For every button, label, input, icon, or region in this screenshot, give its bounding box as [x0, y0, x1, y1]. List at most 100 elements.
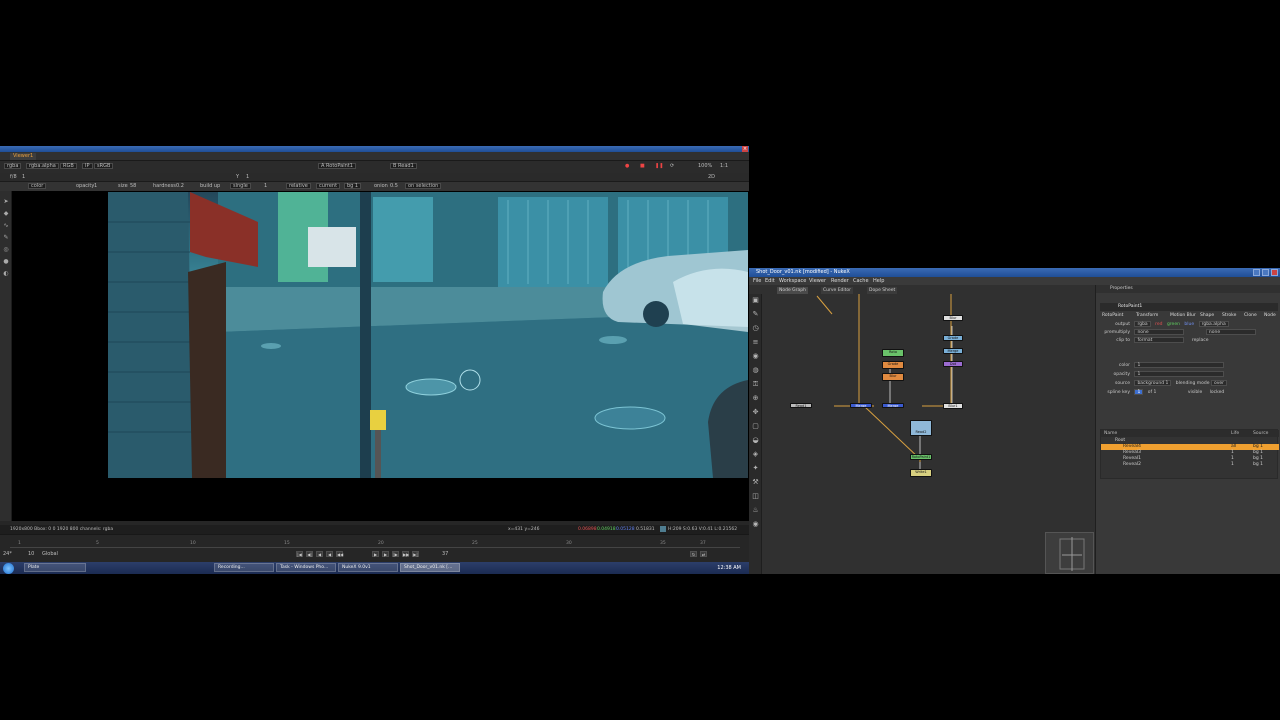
bg-select[interactable]: bg 1: [344, 183, 362, 190]
bezier-tool-icon[interactable]: ∿: [3, 223, 9, 229]
blue-channel-checkbox[interactable]: blue: [1184, 322, 1194, 327]
alpha-channel-select[interactable]: rgba.alpha: [1198, 321, 1229, 327]
prev-key-button[interactable]: ◀|: [306, 551, 313, 557]
node[interactable]: Grade: [943, 335, 963, 341]
toolsets-icon[interactable]: ⚒: [751, 478, 760, 487]
locked-checkbox[interactable]: locked: [1210, 390, 1225, 395]
next-frame-button[interactable]: ▶: [382, 551, 389, 557]
tab-curve-editor[interactable]: Curve Editor: [821, 287, 854, 294]
taskbar-item-nukex[interactable]: NukeX 9.0v1: [338, 563, 398, 572]
clip-to-select[interactable]: format: [1134, 337, 1185, 343]
keyer-nodes-icon[interactable]: ⚿: [751, 380, 760, 389]
end-frame-field[interactable]: 37: [442, 551, 448, 558]
node[interactable]: RotoPaint1: [910, 454, 932, 460]
transform-nodes-icon[interactable]: ✥: [751, 408, 760, 417]
premultiply-select[interactable]: none: [1134, 329, 1185, 335]
red-channel-checkbox[interactable]: red: [1155, 322, 1162, 327]
loop-button[interactable]: ↻: [690, 551, 697, 557]
scope-select[interactable]: Global: [42, 551, 58, 558]
maximize-icon[interactable]: [1262, 269, 1269, 276]
node[interactable]: Grade: [882, 361, 904, 369]
color-button[interactable]: color: [28, 183, 47, 190]
visible-checkbox[interactable]: visible: [1188, 390, 1202, 395]
blur-tool-icon[interactable]: ●: [3, 259, 9, 265]
furnace-nodes-icon[interactable]: ♨: [751, 506, 760, 515]
lifetime-field[interactable]: 1: [264, 183, 267, 190]
opacity-field[interactable]: 1: [94, 183, 97, 190]
3d-nodes-icon[interactable]: ▢: [751, 422, 760, 431]
hardness-field[interactable]: 0.2: [176, 183, 184, 190]
tab-node[interactable]: Node: [1264, 312, 1276, 320]
taskbar-item-recording[interactable]: Recording...: [214, 563, 274, 572]
pause-icon[interactable]: ❚❚: [655, 163, 663, 170]
stop-icon[interactable]: ■: [640, 163, 645, 170]
col-source[interactable]: Source: [1253, 430, 1268, 437]
menu-workspace[interactable]: Workspace: [779, 277, 806, 285]
next-key-button[interactable]: |▶: [392, 551, 399, 557]
dodge-tool-icon[interactable]: ◐: [3, 271, 9, 277]
minimize-icon[interactable]: [1253, 269, 1260, 276]
views-nodes-icon[interactable]: ◒: [751, 436, 760, 445]
menu-edit[interactable]: Edit: [765, 277, 775, 285]
input-a-select[interactable]: A RotoPaint1: [318, 163, 356, 170]
node-graph-minimap[interactable]: [1045, 532, 1094, 574]
timeline-ruler[interactable]: 1 5 10 15 20 25 30 35 37: [10, 541, 740, 548]
spline-key-field[interactable]: 1: [1134, 389, 1144, 395]
particles-nodes-icon[interactable]: ✦: [751, 464, 760, 473]
output-select[interactable]: rgba: [1134, 321, 1151, 327]
fps-field[interactable]: 24*: [3, 551, 12, 558]
skip-back-button[interactable]: ◀◀: [336, 551, 343, 557]
bounce-button[interactable]: ⇄: [700, 551, 707, 557]
metadata-nodes-icon[interactable]: ◈: [751, 450, 760, 459]
selection-select[interactable]: on selection: [405, 183, 442, 190]
other-nodes-icon[interactable]: ◫: [751, 492, 760, 501]
tab-shape[interactable]: Shape: [1200, 312, 1214, 320]
node-name-field[interactable]: RotoPaint1: [1118, 303, 1142, 311]
tab-clone[interactable]: Clone: [1244, 312, 1257, 320]
color-nodes-icon[interactable]: ◉: [751, 352, 760, 361]
start-button[interactable]: [3, 563, 14, 574]
col-life[interactable]: Life: [1231, 430, 1239, 437]
colorspace-select[interactable]: RGB: [60, 163, 77, 170]
blending-select[interactable]: over: [1210, 380, 1228, 386]
node[interactable]: Merge: [850, 403, 872, 408]
image-nodes-icon[interactable]: ▣: [751, 296, 760, 305]
layer-select[interactable]: rgba.alpha: [26, 163, 59, 170]
menu-help[interactable]: Help: [873, 277, 884, 285]
menu-viewer[interactable]: Viewer: [809, 277, 826, 285]
input-b-select[interactable]: B Read1: [390, 163, 417, 170]
source-mode-select[interactable]: relative: [286, 183, 311, 190]
close-icon[interactable]: [1271, 269, 1278, 276]
channels-select[interactable]: rgba: [4, 163, 22, 170]
channel-nodes-icon[interactable]: ≡: [751, 338, 760, 347]
node[interactable]: Merge: [882, 403, 904, 408]
last-frame-button[interactable]: ▶|: [412, 551, 419, 557]
frame-field[interactable]: 1: [22, 174, 25, 181]
lut-select[interactable]: sRGB: [94, 163, 114, 170]
premultiply-right-select[interactable]: none: [1205, 329, 1256, 335]
layer-row[interactable]: Reveal2 1 bg 1: [1101, 462, 1279, 468]
node[interactable]: Write1: [910, 469, 932, 477]
node[interactable]: Blur1: [943, 403, 963, 409]
view-mode-select[interactable]: 2D: [708, 174, 715, 181]
node[interactable]: Roto: [882, 349, 904, 357]
play-button[interactable]: ▶: [372, 551, 379, 557]
node[interactable]: Merge: [943, 348, 963, 354]
tab-rotopaint[interactable]: RotoPaint: [1102, 312, 1123, 320]
skip-forward-button[interactable]: ▶▶: [402, 551, 409, 557]
onion-field[interactable]: 0.5: [390, 183, 398, 190]
tab-viewer1[interactable]: Viewer1: [10, 153, 37, 160]
merge-nodes-icon[interactable]: ⊕: [751, 394, 760, 403]
node[interactable]: Blur: [882, 373, 904, 381]
tab-motion-blur[interactable]: Motion Blur: [1170, 312, 1196, 320]
frame-step-field[interactable]: 10: [28, 551, 34, 558]
color-field[interactable]: 1: [1134, 362, 1225, 368]
node[interactable]: Read1: [790, 403, 812, 408]
timeline[interactable]: 1 5 10 15 20 25 30 35 37 24* 10 Global |…: [0, 534, 749, 564]
menu-file[interactable]: File: [753, 277, 761, 285]
clone-tool-icon[interactable]: ◎: [3, 247, 9, 253]
tab-stroke[interactable]: Stroke: [1222, 312, 1236, 320]
refresh-icon[interactable]: ⟳: [670, 163, 674, 170]
tab-dope-sheet[interactable]: Dope Sheet: [867, 287, 898, 294]
opacity-field[interactable]: 1: [1134, 371, 1225, 377]
